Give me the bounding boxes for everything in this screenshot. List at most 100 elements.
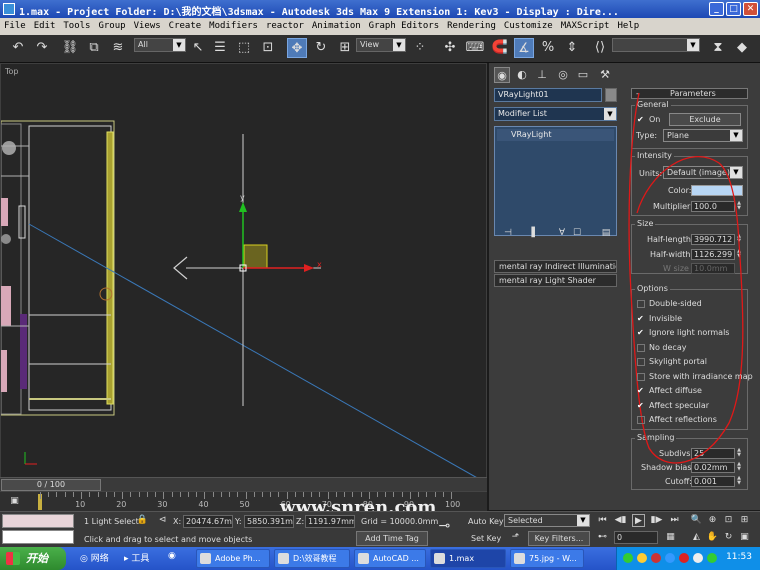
show-end-result-icon[interactable]: ▌ <box>527 226 543 240</box>
move-icon[interactable]: ✥ <box>287 38 307 58</box>
absolute-mode-icon[interactable]: ⊲ <box>156 514 169 527</box>
link-icon[interactable]: ⛓ <box>60 38 80 58</box>
window-crossing-icon[interactable]: ⊡ <box>258 38 278 58</box>
taskbar-item[interactable]: D:\效哥教程 <box>274 549 350 568</box>
key-mode-icon[interactable]: ⊷ <box>596 531 609 544</box>
next-frame-icon[interactable]: ▮▶ <box>650 514 663 527</box>
quicklaunch-tools[interactable]: ▸ 工具 <box>124 551 149 564</box>
previous-frame-icon[interactable]: ◀▮ <box>614 514 627 527</box>
half-length-spinner[interactable]: 3990.712 <box>691 234 735 245</box>
type-dropdown[interactable]: Plane ▼ <box>663 129 743 142</box>
go-to-end-icon[interactable]: ⏭ <box>668 514 681 527</box>
auto-key-label[interactable]: Auto Key <box>468 517 504 526</box>
set-key-label[interactable]: Set Key <box>471 534 501 543</box>
maximize-viewport-icon[interactable]: ▣ <box>738 531 751 544</box>
field-of-view-icon[interactable]: ◭ <box>690 531 703 544</box>
spinner-arrows-icon[interactable]: ▲ ▼ <box>736 448 742 459</box>
option-checkbox[interactable] <box>637 372 645 381</box>
menu-help[interactable]: Help <box>613 18 643 31</box>
current-frame-field[interactable]: 0 <box>614 531 658 544</box>
taskbar-item[interactable]: Adobe Ph... <box>196 549 270 568</box>
multiplier-spinner[interactable]: 100.0 <box>691 201 735 212</box>
zoom-extents-icon[interactable]: ⊡ <box>722 514 735 527</box>
add-time-tag-button[interactable]: Add Time Tag <box>356 531 428 546</box>
utilities-tab-icon[interactable]: ⚒ <box>597 67 613 83</box>
units-dropdown[interactable]: Default (image) ▼ <box>663 166 743 179</box>
tray-icon[interactable] <box>665 553 675 563</box>
shadow-bias-spinner[interactable]: 0.02mm <box>691 462 735 473</box>
pin-stack-icon[interactable]: ⊣ <box>500 226 516 240</box>
taskbar-item[interactable]: AutoCAD ... <box>354 549 426 568</box>
edit-named-selection-icon[interactable]: ⟨⟩ <box>590 38 610 58</box>
rollout-mr-indirect[interactable]: mental ray Indirect Illumination <box>494 260 617 273</box>
close-button[interactable]: ✕ <box>743 2 758 16</box>
menu-edit[interactable]: Edit <box>30 18 60 31</box>
option-checkbox[interactable]: ✔ <box>637 329 645 337</box>
modifier-stack[interactable]: VRayLight <box>494 126 617 236</box>
menu-create[interactable]: Create <box>165 18 206 31</box>
display-tab-icon[interactable]: ▭ <box>575 67 591 83</box>
mirror-icon[interactable]: ⧗ <box>708 38 728 58</box>
menu-rendering[interactable]: Rendering <box>443 18 500 31</box>
spinner-arrows-icon[interactable]: ▲ ▼ <box>736 201 742 212</box>
menu-modifiers[interactable]: Modifiers <box>205 18 262 31</box>
rotate-icon[interactable]: ↻ <box>311 38 331 58</box>
half-width-spinner[interactable]: 1126.299 <box>691 249 735 260</box>
x-coordinate-field[interactable]: 20474.67m <box>183 515 233 528</box>
hierarchy-tab-icon[interactable]: ⊥ <box>534 67 550 83</box>
snap-3d-icon[interactable]: 🧲 <box>490 38 510 58</box>
zoom-all-icon[interactable]: ⊕ <box>706 514 719 527</box>
modify-tab-icon[interactable]: ◐ <box>514 67 530 83</box>
menu-reactor[interactable]: reactor <box>262 18 308 31</box>
menu-graph-editors[interactable]: Graph Editors <box>365 18 443 31</box>
z-coordinate-field[interactable]: 1191.97mm <box>305 515 355 528</box>
spinner-snap-icon[interactable]: ⇕ <box>562 38 582 58</box>
maximize-button[interactable]: □ <box>726 2 741 16</box>
y-coordinate-field[interactable]: 5850.391m <box>244 515 294 528</box>
option-checkbox[interactable]: ✔ <box>637 401 645 410</box>
make-unique-icon[interactable]: ∀ <box>554 226 570 240</box>
key-filters-button[interactable]: Key Filters... <box>528 531 590 546</box>
stack-item-vraylight[interactable]: VRayLight <box>497 129 614 141</box>
taskbar-item[interactable]: 75.jpg - W... <box>510 549 584 568</box>
tray-icon[interactable] <box>693 553 703 563</box>
configure-sets-icon[interactable]: ▤ <box>598 226 614 240</box>
keyboard-shortcut-icon[interactable]: ⌨ <box>465 38 485 58</box>
selected-dropdown[interactable]: Selected ▼ <box>504 514 590 527</box>
selection-filter-dropdown[interactable]: All ▼ <box>134 38 186 52</box>
start-button[interactable]: 开始 <box>0 547 66 570</box>
option-checkbox[interactable]: ✔ <box>637 314 645 323</box>
zoom-icon[interactable]: 🔍 <box>690 514 703 527</box>
percent-snap-icon[interactable]: % <box>538 38 558 58</box>
object-name-field[interactable]: VRayLight01 <box>494 88 602 102</box>
select-manipulate-icon[interactable]: ✣ <box>440 38 460 58</box>
menu-maxscript[interactable]: MAXScript <box>557 18 614 31</box>
spinner-arrows-icon[interactable]: ▲ ▼ <box>736 462 742 473</box>
create-tab-icon[interactable]: ◉ <box>494 67 510 83</box>
named-selection-dropdown[interactable]: ▼ <box>612 38 700 52</box>
option-checkbox[interactable] <box>637 300 645 308</box>
zoom-extents-all-icon[interactable]: ⊞ <box>738 514 751 527</box>
exclude-button[interactable]: Exclude <box>669 113 741 126</box>
set-key-icon[interactable]: ⬏ <box>509 531 522 544</box>
quicklaunch-network[interactable]: ◎ 网络 <box>80 551 109 564</box>
motion-tab-icon[interactable]: ◎ <box>555 67 571 83</box>
go-to-start-icon[interactable]: ⏮ <box>596 514 609 527</box>
select-object-icon[interactable]: ↖ <box>188 38 208 58</box>
undo-icon[interactable]: ↶ <box>8 38 28 58</box>
spinner-arrows-icon[interactable]: ▲ ▼ <box>736 234 742 245</box>
remove-modifier-icon[interactable]: ☐ <box>569 226 585 240</box>
on-checkbox[interactable]: ✔ <box>637 116 645 124</box>
maxscript-listener-mini[interactable] <box>2 514 74 528</box>
menu-tools[interactable]: Tools <box>59 18 94 31</box>
minimize-button[interactable]: _ <box>709 2 724 16</box>
menu-customize[interactable]: Customize <box>500 18 557 31</box>
tray-icon[interactable] <box>679 553 689 563</box>
spinner-arrows-icon[interactable]: ▲ ▼ <box>736 476 742 487</box>
taskbar-item[interactable]: 1.max <box>430 549 506 568</box>
pivot-center-icon[interactable]: ⁘ <box>410 38 430 58</box>
pan-icon[interactable]: ✋ <box>706 531 719 544</box>
light-color-swatch[interactable] <box>691 185 743 196</box>
unlink-icon[interactable]: ⧉ <box>84 38 104 58</box>
time-slider[interactable]: 0 / 100 <box>0 477 487 491</box>
